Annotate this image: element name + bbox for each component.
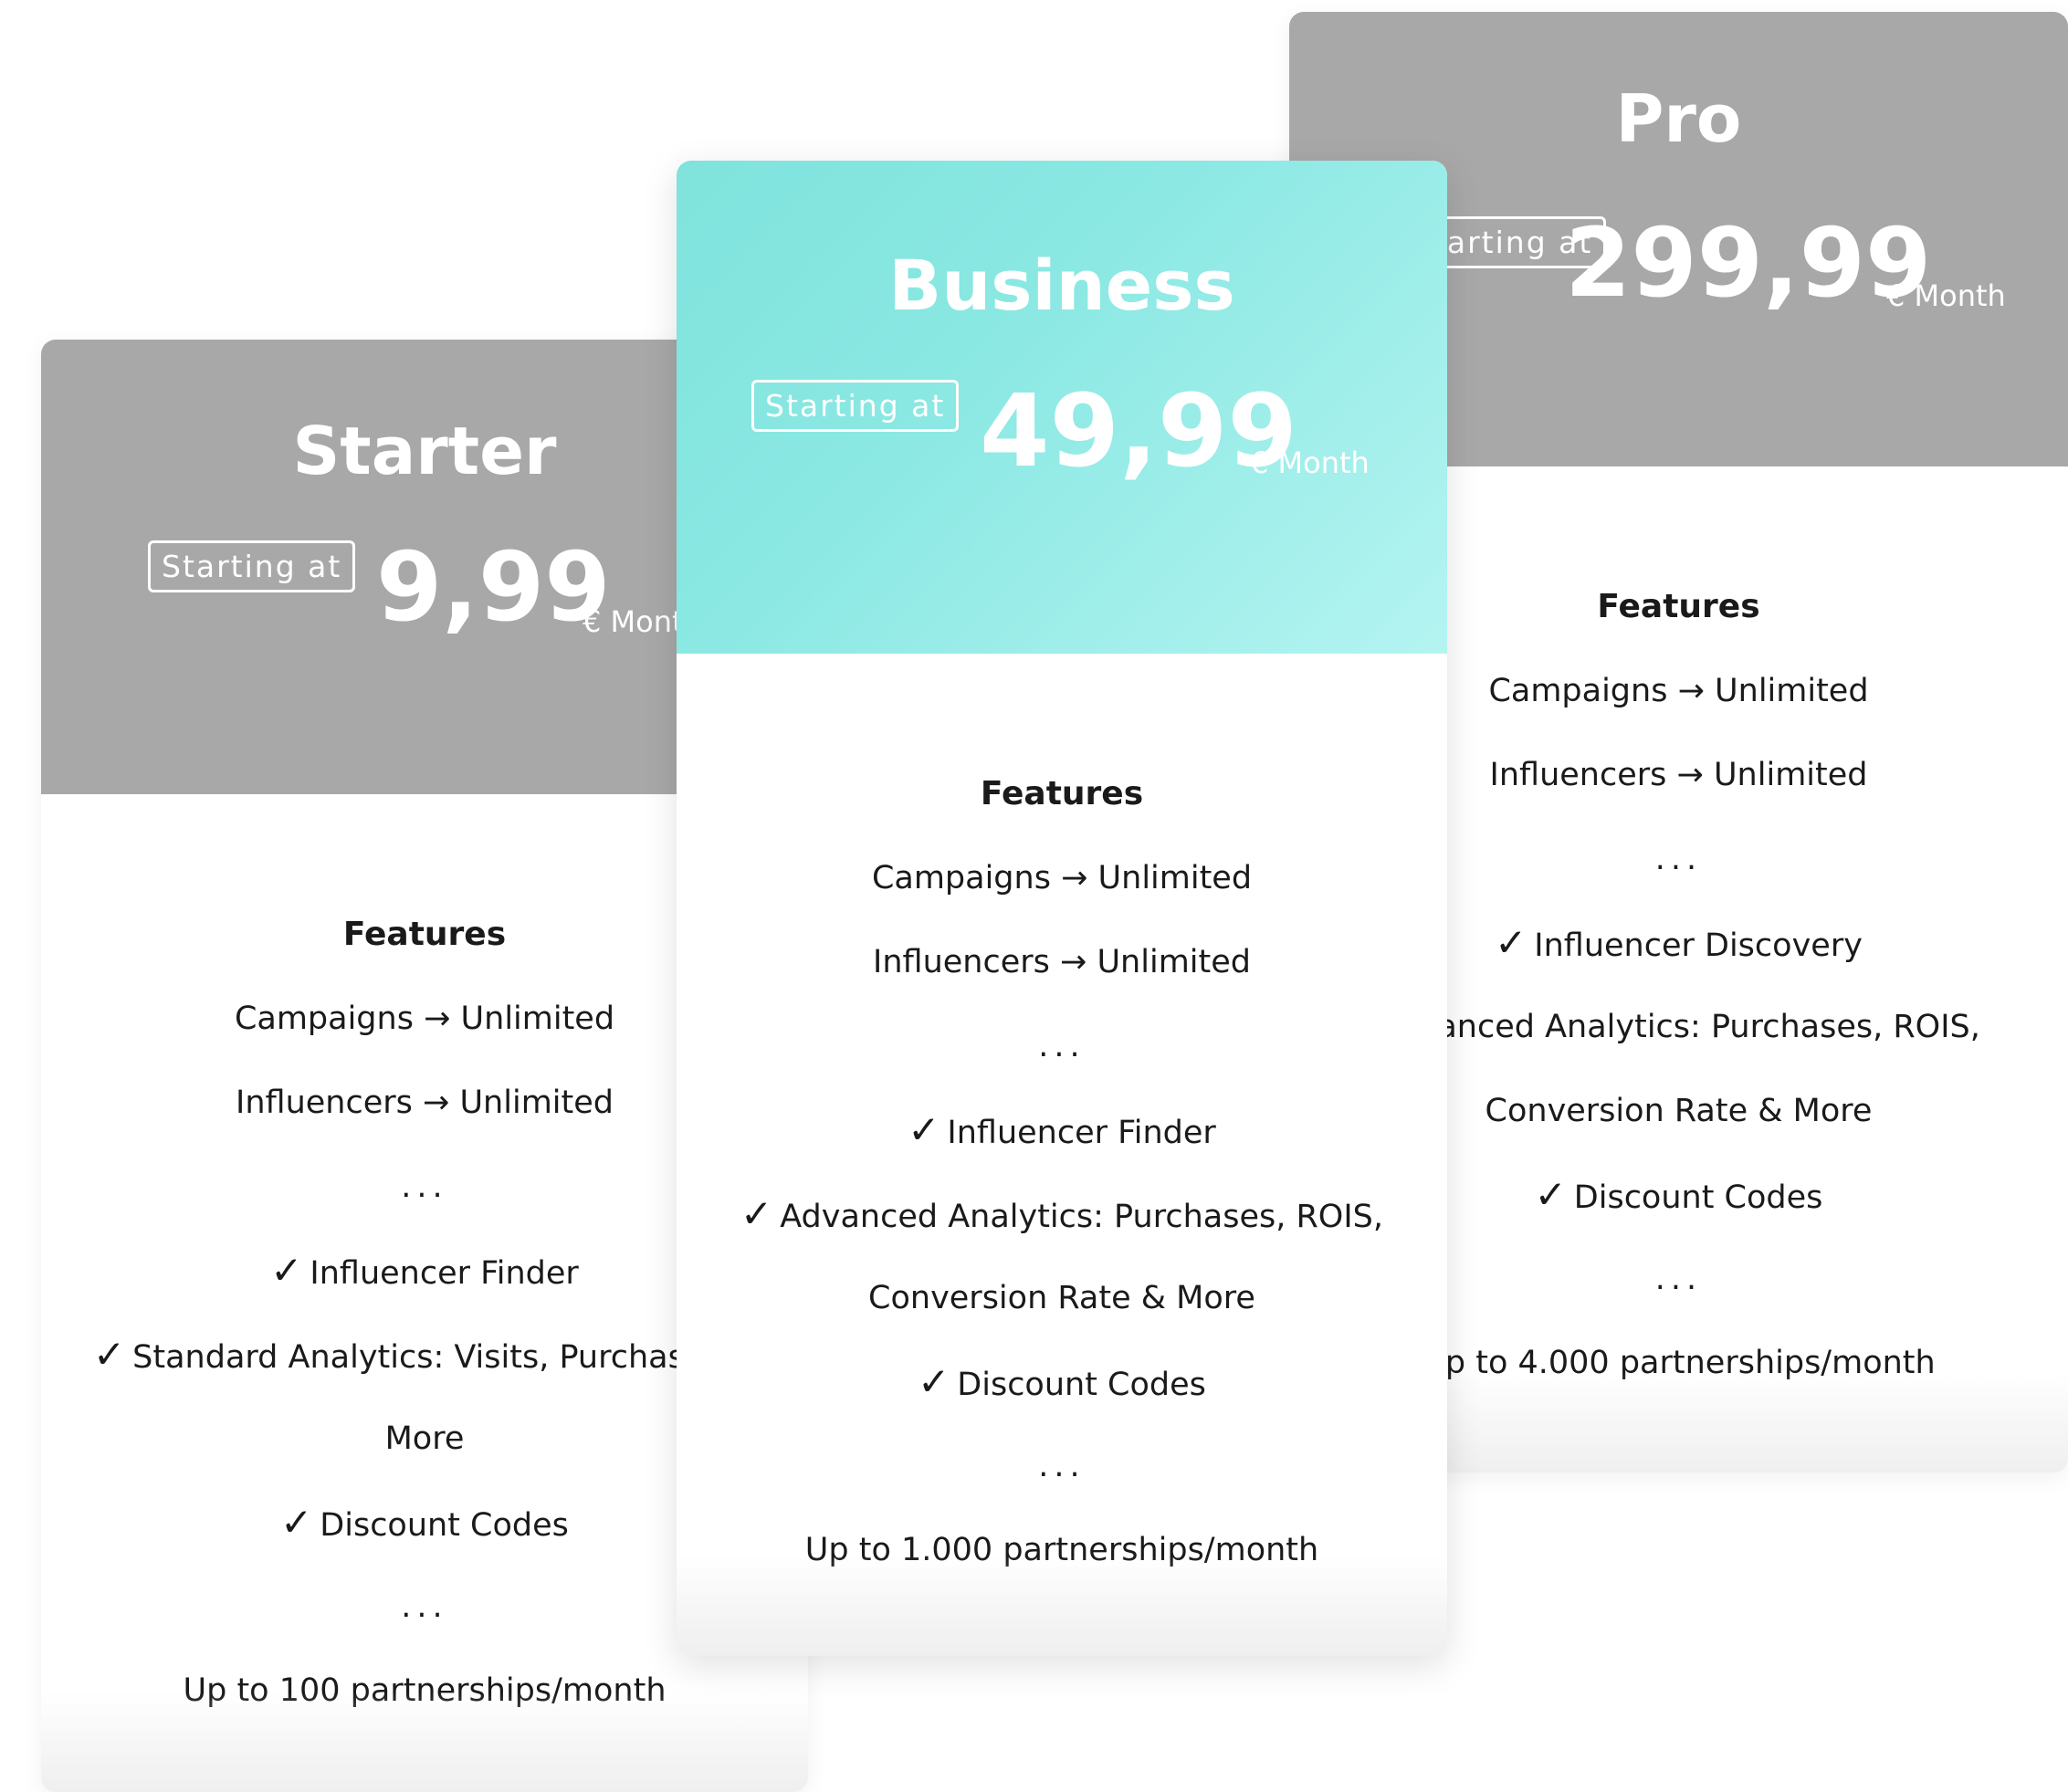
feature-label: Influencer Finder <box>947 1115 1216 1151</box>
feature-analytics-continued: Conversion Rate & More <box>868 1280 1255 1316</box>
starting-at-badge: Starting at <box>751 380 960 432</box>
starting-at-badge: Starting at <box>148 540 356 592</box>
feature-influencers: Influencers → Unlimited <box>873 944 1251 980</box>
checkmark-icon: ✓ <box>280 1500 313 1545</box>
checkmark-icon: ✓ <box>270 1248 303 1293</box>
feature-label: Influencer Finder <box>310 1255 579 1292</box>
checkmark-icon: ✓ <box>740 1191 773 1236</box>
plan-card-business[interactable]: Business Starting at 49,99 € Month Featu… <box>677 161 1447 1656</box>
feature-label: Influencer Discovery <box>1534 927 1863 964</box>
feature-label: Advanced Analytics: Purchases, ROIS, <box>780 1199 1384 1235</box>
checkmark-icon: ✓ <box>92 1332 126 1377</box>
feature-label: Standard Analytics: Visits, Purchases & <box>132 1339 757 1376</box>
ellipsis: ... <box>1038 1028 1086 1064</box>
checkmark-icon: ✓ <box>918 1359 950 1404</box>
card-bottom-fade <box>677 1556 1447 1656</box>
plan-header-business: Business Starting at 49,99 € Month <box>677 161 1447 654</box>
feature-influencer-finder: ✓ Influencer Finder <box>677 1088 1447 1172</box>
card-bottom-fade <box>41 1692 808 1792</box>
plan-price: 9,99 <box>376 531 611 643</box>
ellipsis: ... <box>1038 1448 1086 1484</box>
checkmark-icon: ✓ <box>908 1107 940 1152</box>
feature-label: Discount Codes <box>1573 1179 1823 1216</box>
feature-analytics: ✓ Advanced Analytics: Purchases, ROIS, <box>677 1172 1447 1256</box>
feature-list: Features Campaigns → Unlimited Influence… <box>677 752 1447 1592</box>
pricing-stage: Starter Starting at 9,99 € Month Feature… <box>0 0 2068 1792</box>
feature-label: Discount Codes <box>957 1367 1206 1403</box>
feature-label: Discount Codes <box>320 1507 569 1544</box>
plan-price: 299,99 <box>1565 207 1932 319</box>
feature-campaigns: Campaigns → Unlimited <box>871 860 1253 896</box>
feature-discount-codes: ✓ Discount Codes <box>677 1340 1447 1424</box>
plan-name: Pro <box>1615 80 1742 157</box>
price-unit: € Month <box>1250 445 1370 480</box>
features-title: Features <box>980 775 1144 812</box>
checkmark-icon: ✓ <box>1534 1172 1567 1217</box>
plan-name: Business <box>888 245 1235 326</box>
checkmark-icon: ✓ <box>1495 920 1527 965</box>
price-unit: € Month <box>1886 278 2006 313</box>
